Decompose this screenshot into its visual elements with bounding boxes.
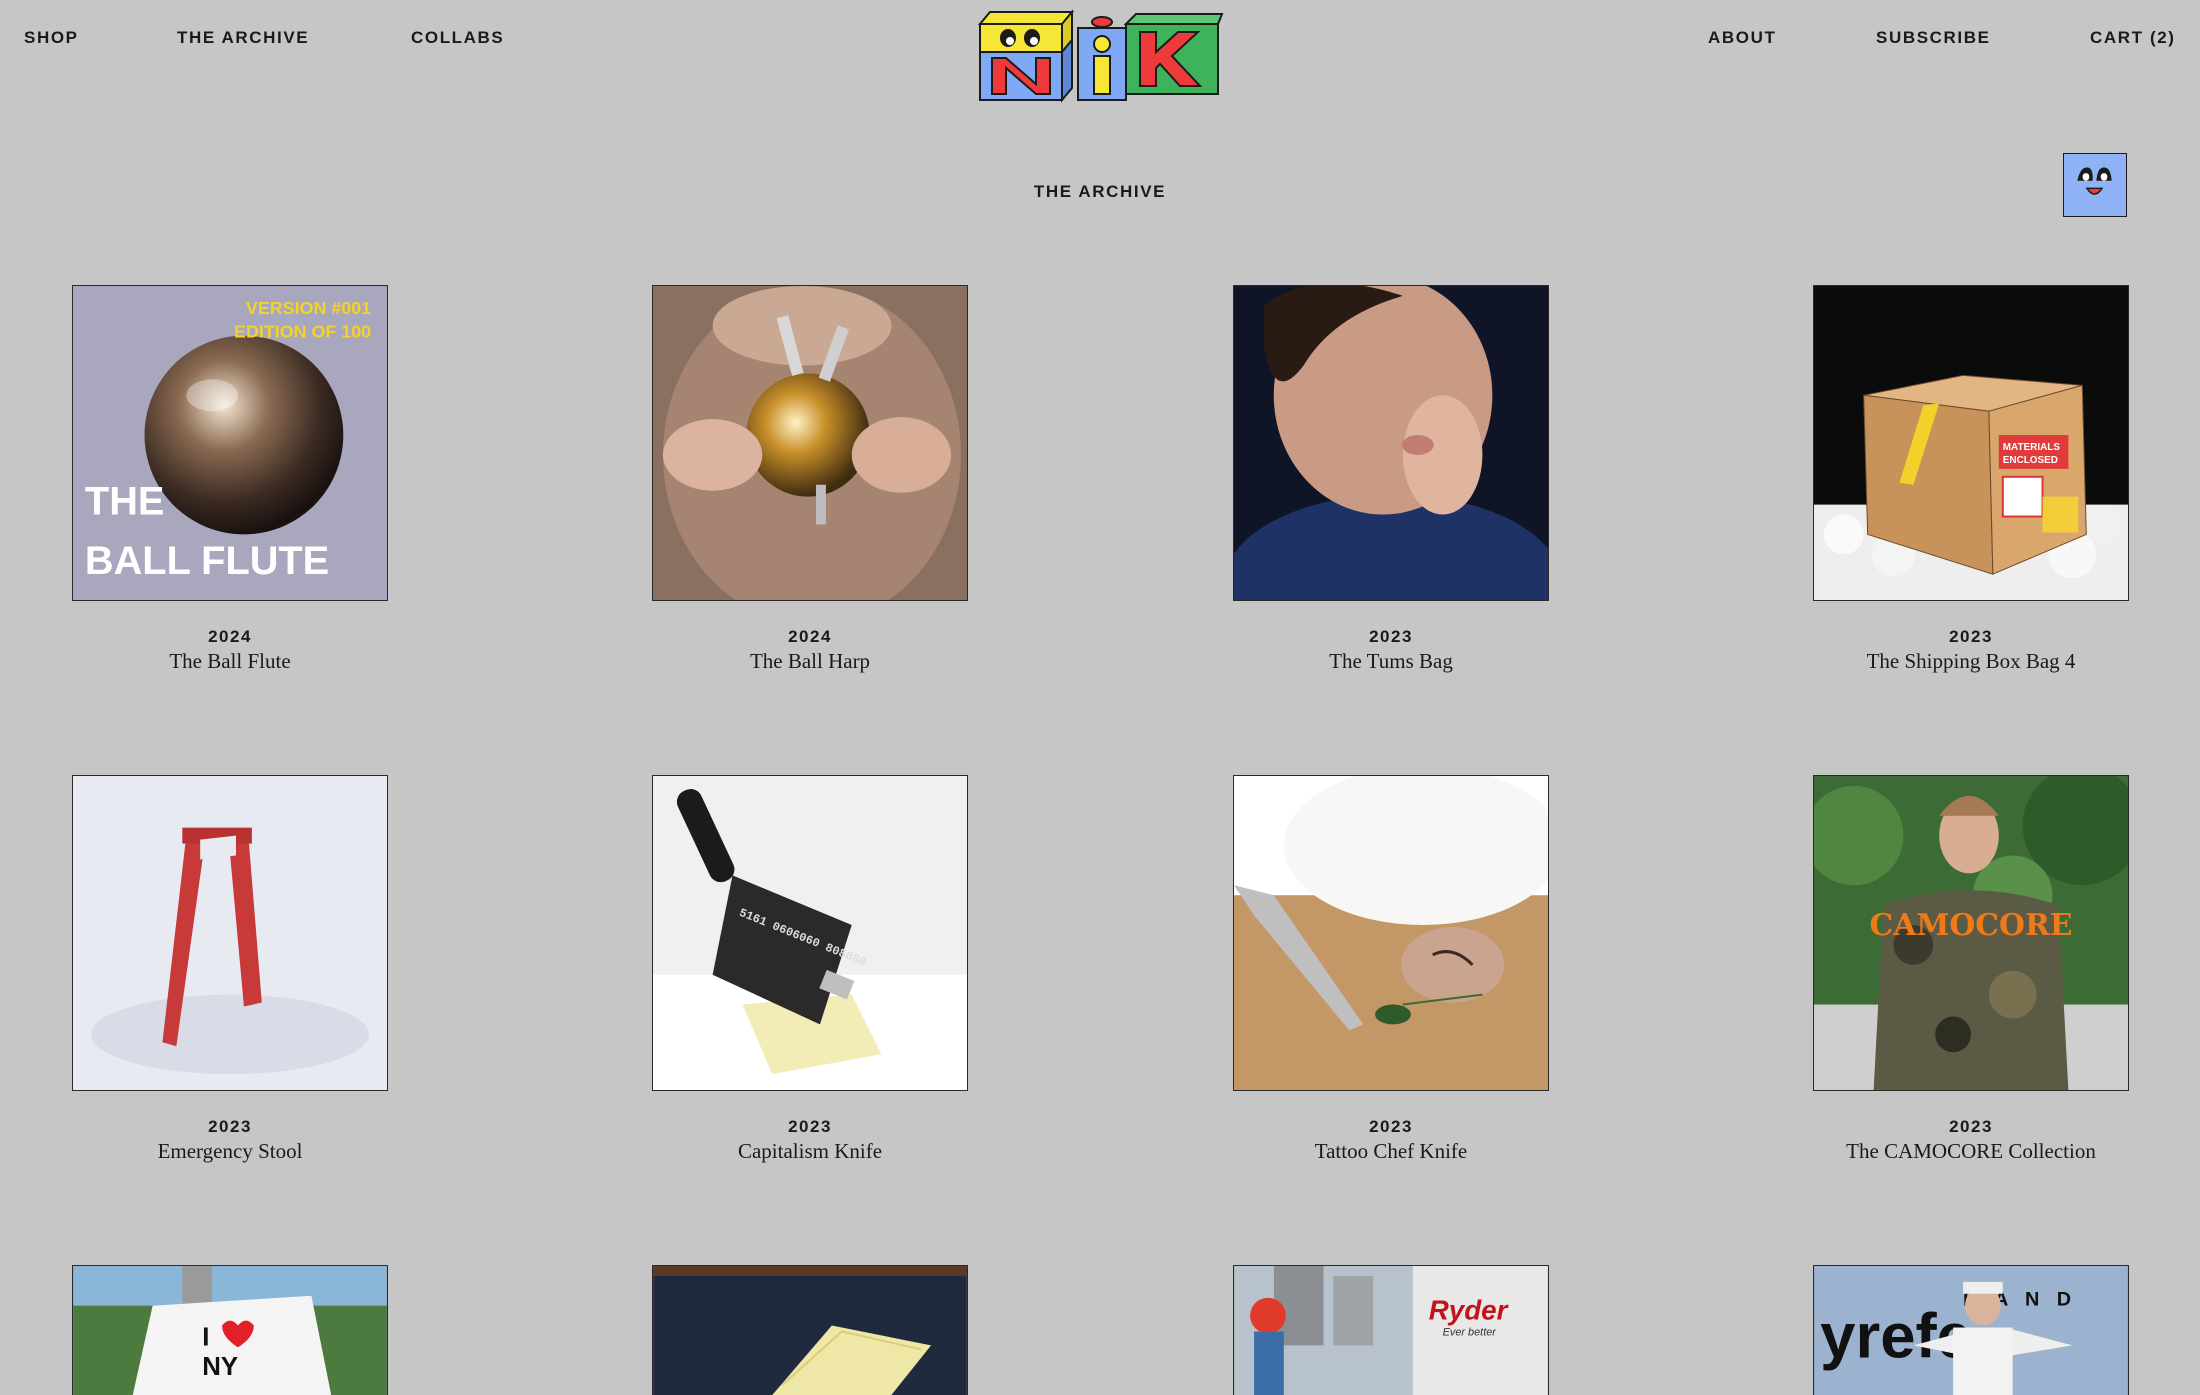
tums-bag-image [1234,286,1548,600]
nav-cart[interactable]: CART (2) [2090,28,2176,48]
tattoo-chef-knife-image [1234,776,1548,1090]
nav-the-archive[interactable]: THE ARCHIVE [177,28,309,48]
item-year: 2023 [788,1117,832,1136]
denim-image [653,1266,967,1395]
smiley-face-button[interactable] [2063,153,2127,217]
item-year: 2023 [1369,627,1413,646]
product-thumbnail[interactable]: CAMOCORE [1813,775,2129,1091]
item-year: 2023 [1369,1117,1413,1136]
product-thumbnail[interactable]: yrefe B A N D [1813,1265,2129,1395]
archive-item-capitalism-knife[interactable]: 5161 0606060 808080 2023 Capitalism Knif… [652,775,968,1164]
ball-harp-image [653,286,967,600]
item-name[interactable]: Capitalism Knife [652,1139,968,1164]
product-thumbnail[interactable] [72,775,388,1091]
item-year: 2023 [1949,1117,1993,1136]
nav-subscribe[interactable]: SUBSCRIBE [1876,28,1991,48]
product-thumbnail[interactable]: Ryder Ever better [1233,1265,1549,1395]
capitalism-knife-image: 5161 0606060 808080 [653,776,967,1090]
smiley-face-icon [2077,167,2112,195]
nik-logo-icon [977,9,1224,103]
item-name[interactable]: The Shipping Box Bag 4 [1813,649,2129,674]
ball-flute-image: VERSION #001 EDITION OF 100 THE BALL FLU… [73,286,387,600]
product-thumbnail[interactable] [1233,285,1549,601]
shipping-box-image: MATERIALS ENCLOSED [1814,286,2128,600]
archive-item-i-love-ny[interactable]: I NY [72,1265,388,1395]
product-thumbnail[interactable]: I NY [72,1265,388,1395]
thumb-text: Ryder [1429,1295,1510,1326]
nav-collabs[interactable]: COLLABS [411,28,504,48]
thumb-text: THE [85,480,164,524]
archive-item-denim[interactable] [652,1265,968,1395]
thumb-text: I [202,1323,209,1351]
product-thumbnail[interactable] [1233,775,1549,1091]
archive-item-shipping-box-bag-4[interactable]: MATERIALS ENCLOSED 2023 The Shipping Box… [1813,285,2129,674]
archive-item-tums-bag[interactable]: 2023 The Tums Bag [1233,285,1549,674]
item-name[interactable]: Tattoo Chef Knife [1233,1139,1549,1164]
archive-item-camocore-collection[interactable]: CAMOCORE 2023 The CAMOCORE Collection [1813,775,2129,1164]
product-thumbnail[interactable]: VERSION #001 EDITION OF 100 THE BALL FLU… [72,285,388,601]
site-logo[interactable] [976,8,1224,104]
product-thumbnail[interactable] [652,1265,968,1395]
yrefe-band-image: yrefe B A N D [1814,1266,2128,1395]
camocore-image: CAMOCORE [1814,776,2128,1090]
product-thumbnail[interactable]: MATERIALS ENCLOSED [1813,285,2129,601]
thumb-text: ENCLOSED [2003,455,2058,466]
item-name[interactable]: The Ball Harp [652,649,968,674]
item-year: 2023 [208,1117,252,1136]
thumb-text: EDITION OF 100 [234,322,371,342]
archive-item-ryder[interactable]: Ryder Ever better [1233,1265,1549,1395]
archive-item-ball-harp[interactable]: 2024 The Ball Harp [652,285,968,674]
nav-shop[interactable]: SHOP [24,28,79,48]
item-name[interactable]: The CAMOCORE Collection [1813,1139,2129,1164]
item-year: 2024 [788,627,832,646]
archive-item-ball-flute[interactable]: VERSION #001 EDITION OF 100 THE BALL FLU… [72,285,388,674]
archive-item-tattoo-chef-knife[interactable]: 2023 Tattoo Chef Knife [1233,775,1549,1164]
item-year: 2024 [208,627,252,646]
nav-about[interactable]: ABOUT [1708,28,1776,48]
thumb-text: Ever better [1443,1326,1497,1338]
product-thumbnail[interactable]: 5161 0606060 808080 [652,775,968,1091]
emergency-stool-image [73,776,387,1090]
thumb-text: MATERIALS [2003,442,2061,453]
item-name[interactable]: The Tums Bag [1233,649,1549,674]
item-year: 2023 [1949,627,1993,646]
item-name[interactable]: The Ball Flute [72,649,388,674]
item-name[interactable]: Emergency Stool [72,1139,388,1164]
thumb-text: NY [202,1353,238,1381]
ryder-truck-image: Ryder Ever better [1234,1266,1548,1395]
archive-item-yrefe[interactable]: yrefe B A N D [1813,1265,2129,1395]
thumb-text: BALL FLUTE [85,539,329,583]
archive-item-emergency-stool[interactable]: 2023 Emergency Stool [72,775,388,1164]
thumb-text: VERSION #001 [246,298,371,318]
thumb-text: CAMOCORE [1870,908,2073,943]
page-title: THE ARCHIVE [1033,182,1167,201]
product-thumbnail[interactable] [652,285,968,601]
i-love-ny-image: I NY [73,1266,387,1395]
